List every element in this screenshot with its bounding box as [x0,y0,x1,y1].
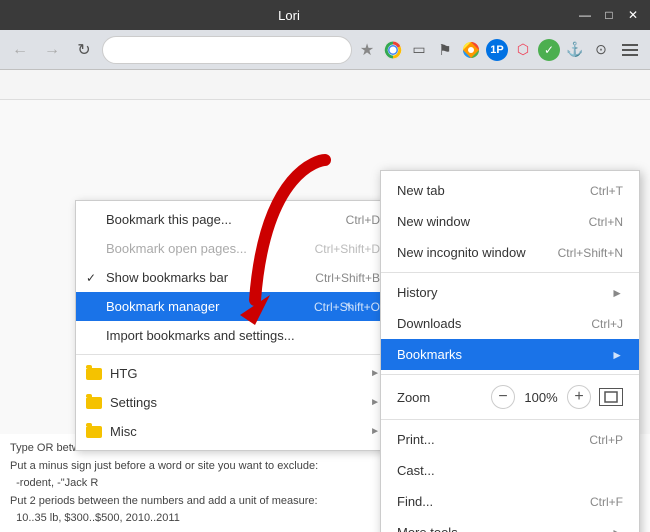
menu-print-shortcut: Ctrl+P [589,433,623,447]
menu-find-label: Find... [397,494,590,509]
folder-htg-label: HTG [110,366,370,381]
menu-new-tab-label: New tab [397,183,590,198]
menu-new-window[interactable]: New window Ctrl+N [381,206,639,237]
menu-new-incognito-shortcut: Ctrl+Shift+N [558,246,623,260]
chrome-menu-button[interactable] [616,36,644,64]
menu-new-incognito[interactable]: New incognito window Ctrl+Shift+N [381,237,639,268]
menu-history[interactable]: History ► [381,277,639,308]
folder-htg-arrow: ► [370,368,380,379]
folder-settings-item[interactable]: Settings ► [76,388,394,417]
main-content: Type OR between all the Put a minus sign… [0,100,650,532]
show-bookmarks-bar-shortcut: Ctrl+Shift+B [315,271,380,285]
menu-bookmarks[interactable]: Bookmarks ► [381,339,639,370]
maximize-button[interactable]: □ [600,6,618,24]
bookmark-manager-item[interactable]: Bookmark manager Ctrl+Shift+O ↖ [76,292,394,321]
feather-icon[interactable]: ⚑ [434,39,456,61]
zoom-minus-button[interactable]: − [491,385,515,409]
star-icon[interactable]: ★ [356,39,378,61]
menu-history-arrow: ► [611,286,623,300]
folder-htg-icon [86,368,102,380]
title-bar-user: Lori [278,8,300,23]
menu-new-incognito-label: New incognito window [397,245,558,260]
zoom-fullscreen-button[interactable] [599,388,623,406]
folder-misc-arrow: ► [370,426,380,437]
menu-new-window-label: New window [397,214,589,229]
menu-more-tools-label: More tools [397,525,611,532]
zoom-plus-button[interactable]: + [567,385,591,409]
menu-print-label: Print... [397,432,589,447]
menu-new-window-shortcut: Ctrl+N [589,215,623,229]
menu-downloads-shortcut: Ctrl+J [591,317,623,331]
menu-history-label: History [397,285,611,300]
close-button[interactable]: ✕ [624,6,642,24]
menu-print[interactable]: Print... Ctrl+P [381,424,639,455]
menu-sep2 [381,374,639,375]
1password-icon[interactable]: 1P [486,39,508,61]
forward-button[interactable]: → [38,36,66,64]
show-bookmarks-bar-label: Show bookmarks bar [106,270,315,285]
minimize-button[interactable]: — [576,6,594,24]
zoom-label: Zoom [397,390,491,405]
menu-new-tab-shortcut: Ctrl+T [590,184,623,198]
pocket-icon[interactable]: ⬡ [512,39,534,61]
bookmarks-bar [0,70,650,100]
zoom-row: Zoom − 100% + [381,379,639,415]
menu-downloads-label: Downloads [397,316,591,331]
zoom-value: 100% [523,390,559,405]
refresh-button[interactable]: ↻ [70,36,98,64]
toolbar-icons: ★ ▭ ⚑ 1P ⬡ ✓ ⚓ ⊙ [356,36,644,64]
folder-settings-arrow: ► [370,397,380,408]
address-bar[interactable] [102,36,352,64]
bookmark-page-shortcut: Ctrl+D [346,213,380,227]
zoom-controls: − 100% + [491,385,623,409]
menu-sep3 [381,419,639,420]
bookmark-manager-label: Bookmark manager [106,299,314,314]
menu-bookmarks-arrow: ► [611,348,623,362]
folder-htg-item[interactable]: HTG ► [76,359,394,388]
menu-find[interactable]: Find... Ctrl+F [381,486,639,517]
menu-more-tools-arrow: ► [611,526,623,532]
menu-cast-label: Cast... [397,463,623,478]
green-icon[interactable]: ✓ [538,39,560,61]
chrome-toolbar: ← → ↻ ★ ▭ ⚑ 1P [0,30,650,70]
folder-misc-item[interactable]: Misc ► [76,417,394,446]
import-bookmarks-item[interactable]: Import bookmarks and settings... [76,321,394,350]
folder-settings-label: Settings [110,395,370,410]
menu-more-tools[interactable]: More tools ► [381,517,639,532]
bookmark-page-item[interactable]: Bookmark this page... Ctrl+D [76,205,394,234]
folder-misc-icon [86,426,102,438]
menu-new-tab[interactable]: New tab Ctrl+T [381,175,639,206]
bookmark-open-shortcut: Ctrl+Shift+D [315,242,380,256]
anchor-icon[interactable]: ⚓ [564,39,586,61]
import-bookmarks-label: Import bookmarks and settings... [106,328,380,343]
bookmark-page-label: Bookmark this page... [106,212,346,227]
bookmark-open-pages-item[interactable]: Bookmark open pages... Ctrl+Shift+D [76,234,394,263]
menu-cast[interactable]: Cast... [381,455,639,486]
bookmarks-submenu: Bookmark this page... Ctrl+D Bookmark op… [75,200,395,451]
menu-downloads[interactable]: Downloads Ctrl+J [381,308,639,339]
back-button[interactable]: ← [6,36,34,64]
folder-misc-label: Misc [110,424,370,439]
bookmark-open-label: Bookmark open pages... [106,241,315,256]
title-bar: Lori — □ ✕ [0,0,650,30]
folder-settings-icon [86,397,102,409]
submenu-sep1 [76,354,394,355]
tab-icon[interactable]: ▭ [408,39,430,61]
color-wheel-icon[interactable] [460,39,482,61]
show-bookmarks-bar-item[interactable]: Show bookmarks bar Ctrl+Shift+B [76,263,394,292]
chrome-icon[interactable] [382,39,404,61]
menu-sep1 [381,272,639,273]
menu-bookmarks-label: Bookmarks [397,347,611,362]
clock-icon[interactable]: ⊙ [590,39,612,61]
menu-find-shortcut: Ctrl+F [590,495,623,509]
chrome-main-menu: New tab Ctrl+T New window Ctrl+N New inc… [380,170,640,532]
